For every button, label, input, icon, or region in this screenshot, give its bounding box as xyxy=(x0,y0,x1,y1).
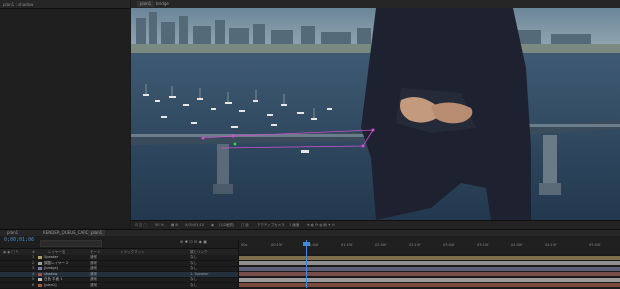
timeline-switch-icons[interactable]: ⊞ ✱ ⊡ ⊟ ◉ ▣ xyxy=(180,239,207,244)
ruler-tick: 04:00f xyxy=(511,243,523,247)
layer-bar[interactable] xyxy=(239,272,620,277)
layer-bar[interactable] xyxy=(239,266,620,271)
label-color[interactable] xyxy=(38,261,42,265)
label-color[interactable] xyxy=(38,283,42,287)
label-color[interactable] xyxy=(38,278,42,281)
ruler-tick: 05:00f xyxy=(589,243,601,247)
viewer-timecode[interactable]: 0;00;01;10 xyxy=(185,222,204,228)
layer-list: 1 Speaker 通常 なし 2 調整レイヤー 2 通常 なし 3 [brid… xyxy=(0,255,238,289)
ruler-tick: 02:00f xyxy=(375,243,387,247)
layer-bar[interactable] xyxy=(239,283,620,288)
layer-name[interactable]: Speaker xyxy=(44,255,58,260)
layer-parent[interactable]: なし xyxy=(190,261,197,266)
viewer-options-icon[interactable]: ⊕ ◐ ⟳ ◍ ▤ ✦ ⊙ xyxy=(307,222,335,228)
time-ruler[interactable]: 00s 00:15f 01:00f 01:15f 02:00f 02:15f 0… xyxy=(238,240,620,254)
layer-name[interactable]: shadow xyxy=(44,272,57,277)
roi-icon[interactable]: ▢ ▥ xyxy=(241,222,249,228)
camera-icon[interactable]: ◉ xyxy=(211,222,214,228)
tab-bridge[interactable]: bridge xyxy=(153,1,172,7)
ruler-tick: 03:15f xyxy=(477,243,489,247)
playhead[interactable] xyxy=(306,240,307,288)
layer-bar[interactable] xyxy=(239,261,620,266)
view-layout-select[interactable]: 1 画面 xyxy=(289,222,299,228)
layer-parent[interactable]: 1. Speaker xyxy=(190,272,209,277)
grid-icon[interactable]: ▦ ⊞ xyxy=(171,222,178,228)
ruler-tick: 03:00f xyxy=(443,243,455,247)
ruler-tick: 04:15f xyxy=(545,243,557,247)
timeline-timecode[interactable]: 0;00;01;06 xyxy=(4,237,34,243)
panel-title: plan1 : shadow xyxy=(3,2,34,7)
layer-mode[interactable]: 通常 xyxy=(90,261,97,266)
layer-parent[interactable]: なし xyxy=(190,255,197,260)
ruler-tick: 01:15f xyxy=(341,243,353,247)
layer-parent[interactable]: なし xyxy=(190,266,197,271)
layer-mode[interactable]: 通常 xyxy=(90,272,97,277)
layer-mode[interactable]: 通常 xyxy=(90,266,97,271)
layer-bar[interactable] xyxy=(239,277,620,282)
project-panel xyxy=(0,0,130,228)
playhead-handle[interactable] xyxy=(303,242,310,246)
snapshot-icon[interactable]: ⊡ ◫ ⬚ xyxy=(135,222,147,228)
layer-mode[interactable]: 通常 xyxy=(90,277,97,282)
viewer-toolbar: ⊡ ◫ ⬚ 50 % ▦ ⊞ 0;00;01;10 ◉ (1/2画質) ▢ ▥ … xyxy=(131,220,620,229)
label-color[interactable] xyxy=(38,267,42,270)
camera-select[interactable]: アクティブカメラ xyxy=(257,222,285,228)
tab-plan1[interactable]: plan1 xyxy=(137,1,155,7)
ruler-tick: 02:15f xyxy=(409,243,421,247)
label-color[interactable] xyxy=(38,272,42,276)
layer-name[interactable]: [plan1] xyxy=(44,283,57,288)
layer-mode[interactable]: 通常 xyxy=(90,255,97,260)
layer-parent[interactable]: なし xyxy=(190,283,197,288)
layer-tracks xyxy=(238,255,620,288)
composition-viewer[interactable] xyxy=(131,8,620,220)
layer-name[interactable]: 調整レイヤー 2 xyxy=(44,261,68,266)
label-color[interactable] xyxy=(38,256,42,259)
layer-bar[interactable] xyxy=(239,255,620,260)
layer-name[interactable]: [bridge] xyxy=(44,266,58,271)
ruler-tick: 00s xyxy=(241,243,248,247)
scene-image xyxy=(131,8,620,220)
layer-name[interactable]: 白色 平面 1 xyxy=(44,277,62,282)
resolution-select[interactable]: (1/2画質) xyxy=(219,222,234,228)
layer-parent[interactable]: なし xyxy=(190,277,197,282)
layer-mode[interactable]: 通常 xyxy=(90,283,97,288)
zoom-select[interactable]: 50 % xyxy=(155,222,164,228)
ruler-tick: 00:15f xyxy=(271,243,283,247)
layer-search-input[interactable] xyxy=(40,240,102,247)
